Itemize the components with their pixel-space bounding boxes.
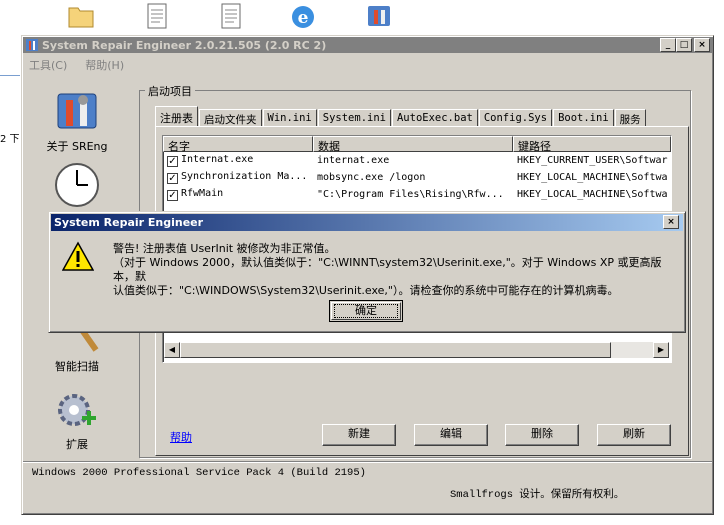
row-data: "C:\Program Files\Rising\Rfw... [317, 189, 504, 200]
clock-icon [55, 163, 99, 207]
tab-win-ini[interactable]: Win.ini [262, 109, 317, 127]
row-data: mobsync.exe /logon [317, 172, 426, 183]
group-label: 启动项目 [145, 83, 195, 99]
column-data[interactable]: 数据 [313, 136, 513, 153]
main-title-bar[interactable]: System Repair Engineer 2.0.21.505 (2.0 R… [23, 37, 712, 53]
maximize-button[interactable]: □ [676, 38, 692, 52]
dialog-title: System Repair Engineer [54, 216, 204, 229]
tab-registry[interactable]: 注册表 [155, 106, 198, 127]
message-line: （对于 Windows 2000，默认值类似于："C:\WINNT\system… [113, 256, 662, 283]
column-path[interactable]: 键路径 [513, 136, 671, 153]
menu-tools[interactable]: 工具(C) [27, 55, 69, 73]
os-info: Windows 2000 Professional Service Pack 4… [32, 467, 366, 479]
list-header: 名字 数据 键路径 [163, 136, 671, 153]
checkbox[interactable]: ✓ [167, 156, 178, 167]
row-name: RfwMain [181, 188, 224, 199]
table-row[interactable]: ✓ Synchronization Ma... mobsync.exe /logo… [163, 169, 671, 186]
minimize-button[interactable]: _ [660, 38, 676, 52]
row-path: HKEY_LOCAL_MACHINE\Softwa [517, 172, 668, 183]
dialog-message: 警告! 注册表值 UserInit 被修改为非正常值。 （对于 Windows … [113, 242, 679, 298]
tab-autoexec[interactable]: AutoExec.bat [391, 109, 478, 127]
ok-button[interactable]: 确定 [329, 300, 403, 322]
checkbox[interactable]: ✓ [167, 173, 178, 184]
sidebar-label: 智能扫描 [55, 360, 99, 373]
help-link[interactable]: 帮助 [170, 429, 192, 445]
edit-button[interactable]: 编辑 [414, 424, 488, 446]
scroll-thumb[interactable] [180, 342, 611, 358]
gear-plus-icon [58, 394, 96, 426]
dialog-close-icon[interactable]: × [663, 215, 679, 229]
message-line: 认值类似于："C:\WINDOWS\System32\Userinit.exe,… [113, 284, 619, 297]
column-name[interactable]: 名字 [163, 136, 313, 153]
folder-icon[interactable] [66, 2, 96, 30]
table-row[interactable]: ✓ RfwMain "C:\Program Files\Rising\Rfw...… [163, 186, 671, 203]
document-icon[interactable] [216, 2, 246, 30]
tab-strip: 注册表 启动文件夹 Win.ini System.ini AutoExec.ba… [155, 106, 647, 127]
scroll-right-icon[interactable]: ▶ [653, 342, 669, 358]
menu-bar: 工具(C) 帮助(H) [27, 55, 126, 73]
app-icon [26, 39, 38, 51]
dialog-title-bar[interactable]: System Repair Engineer × [51, 214, 683, 231]
delete-button[interactable]: 删除 [505, 424, 579, 446]
menu-help[interactable]: 帮助(H) [83, 55, 126, 73]
tab-config-sys[interactable]: Config.Sys [478, 109, 553, 127]
row-path: HKEY_LOCAL_MACHINE\Softwa [517, 189, 668, 200]
background-text: 2 下 [0, 134, 20, 145]
message-line: 警告! 注册表值 UserInit 被修改为非正常值。 [113, 242, 336, 255]
sidebar-label: 关于 SREng [46, 140, 108, 153]
tab-services[interactable]: 服务 [614, 109, 646, 127]
document-icon[interactable] [142, 2, 172, 30]
row-name: Synchronization Ma... [181, 171, 308, 182]
sidebar-item-extend[interactable]: 扩展 [37, 390, 117, 452]
sidebar-item-about[interactable]: 关于 SREng [37, 86, 117, 154]
warning-dialog: System Repair Engineer × 警告! 注册表值 UserIn… [48, 211, 686, 333]
ie-icon[interactable]: e [288, 2, 318, 30]
row-path: HKEY_CURRENT_USER\Softwar [517, 155, 668, 166]
tab-startup-folder[interactable]: 启动文件夹 [199, 109, 262, 127]
tab-boot-ini[interactable]: Boot.ini [553, 109, 614, 127]
tab-system-ini[interactable]: System.ini [317, 109, 391, 127]
new-button[interactable]: 新建 [322, 424, 396, 446]
svg-text:e: e [298, 8, 309, 28]
scroll-left-icon[interactable]: ◀ [164, 342, 180, 358]
row-name: Internat.exe [181, 154, 254, 165]
sidebar-label: 扩展 [66, 438, 88, 451]
sidebar-item-scan[interactable]: 智能扫描 [37, 326, 117, 374]
window-title: System Repair Engineer 2.0.21.505 (2.0 R… [42, 38, 327, 52]
horizontal-scrollbar[interactable]: ◀ ▶ [164, 342, 669, 358]
warning-icon [62, 241, 94, 271]
refresh-button[interactable]: 刷新 [597, 424, 671, 446]
copyright-text: Smallfrogs 设计。保留所有权利。 [450, 489, 625, 501]
checkbox[interactable]: ✓ [167, 190, 178, 201]
srepair-icon[interactable] [364, 2, 394, 30]
focus-rect [334, 304, 398, 318]
sidebar-item-clock[interactable] [37, 160, 117, 210]
background-line [0, 75, 20, 76]
close-button[interactable]: × [694, 38, 710, 52]
table-row[interactable]: ✓ Internat.exe internat.exe HKEY_CURRENT_… [163, 152, 671, 169]
toolbox-icon [57, 93, 97, 129]
row-data: internat.exe [317, 155, 390, 166]
